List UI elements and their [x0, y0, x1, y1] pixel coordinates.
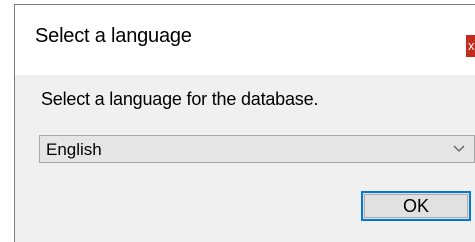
dialog-title: Select a language [35, 25, 192, 47]
language-dialog: Select a language x Select a language fo… [14, 4, 475, 242]
language-select[interactable]: English [39, 135, 475, 163]
ok-button[interactable]: OK [361, 191, 471, 221]
ok-button-label: OK [402, 196, 429, 216]
title-bar: Select a language x [15, 5, 475, 75]
close-button[interactable]: x [466, 35, 475, 57]
chevron-down-icon [453, 145, 465, 152]
language-select-value: English [46, 140, 102, 159]
close-icon: x [468, 38, 475, 53]
prompt-text: Select a language for the database. [41, 89, 319, 109]
